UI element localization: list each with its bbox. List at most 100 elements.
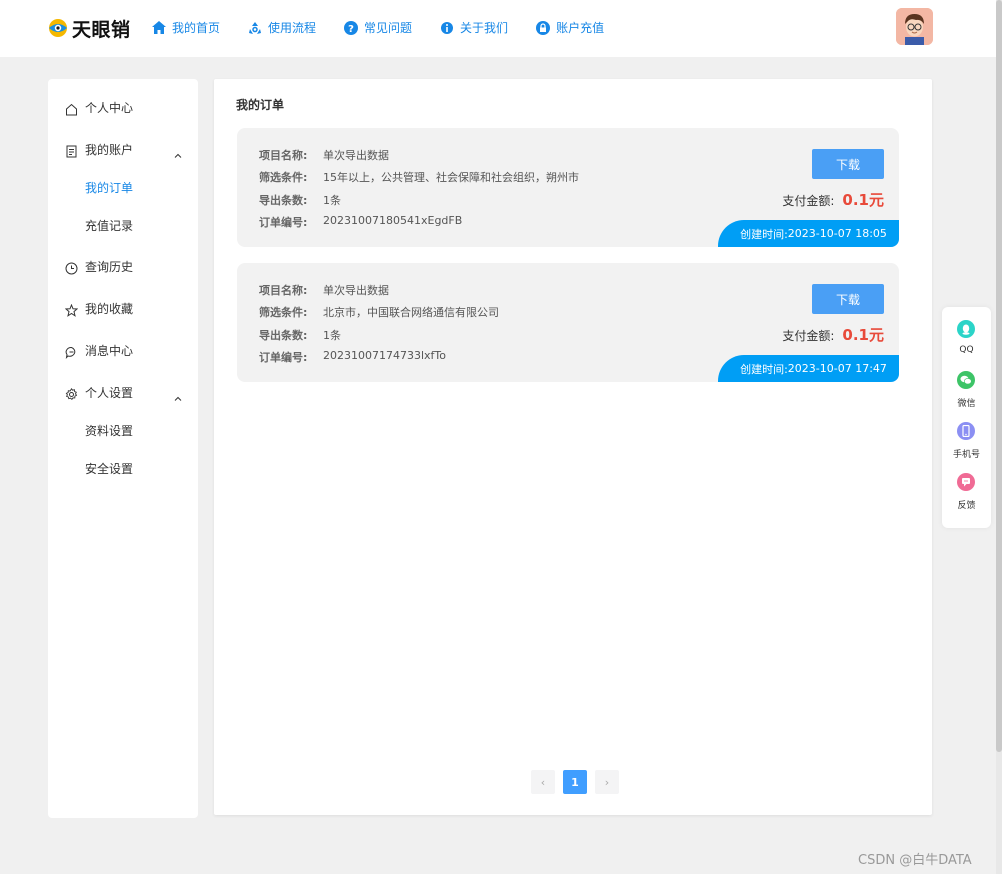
order-field-label: 导出条数: <box>259 194 308 207</box>
nav-home[interactable]: 我的首页 <box>152 19 220 36</box>
avatar[interactable] <box>896 8 933 45</box>
nav-recharge[interactable]: 账户充值 <box>536 19 604 36</box>
sidebar-item-label: 我的收藏 <box>85 301 134 316</box>
watermark: CSDN @白牛DATA <box>858 853 972 868</box>
download-button[interactable]: 下载 <box>812 284 884 314</box>
payment-amount: 支付金额: 0.1元 <box>782 189 884 210</box>
order-filter-row: 筛选条件: 15年以上，公共管理、社会保障和社会组织，朔州市 <box>259 169 579 185</box>
order-filter-value: 北京市，中国联合网络通信有限公司 <box>323 306 499 319</box>
float-qq-label: QQ <box>959 345 974 355</box>
top-header: 天眼销 我的首页 使用流程 ? 常见问题 关于我们 账户充值 <box>0 0 996 57</box>
sidebar-sub-profile-settings[interactable]: 资料设置 <box>48 420 198 440</box>
sidebar-item-favorites[interactable]: 我的收藏 <box>48 298 198 318</box>
sidebar-item-label: 我的账户 <box>85 142 134 157</box>
page-scrollbar[interactable] <box>996 0 1002 874</box>
created-time-label: 创建时间: <box>740 227 788 241</box>
float-wechat[interactable]: 微信 <box>942 371 991 411</box>
sidebar-sub-label: 我的订单 <box>85 181 134 195</box>
nav-faq-label: 常见问题 <box>364 21 413 35</box>
order-number-value: 20231007174733lxfTo <box>323 349 446 362</box>
logo[interactable]: 天眼销 <box>48 15 131 41</box>
star-icon <box>64 302 79 317</box>
nav-recharge-label: 账户充值 <box>556 21 605 35</box>
sidebar-item-personal-center[interactable]: 个人中心 <box>48 97 198 117</box>
sidebar-item-personal-settings[interactable]: 个人设置 <box>48 382 198 402</box>
sidebar-item-messages[interactable]: 消息中心 <box>48 340 198 360</box>
float-feedback-label: 反馈 <box>957 501 976 511</box>
payment-value: 0.1元 <box>842 191 884 209</box>
wechat-icon <box>957 371 975 389</box>
recycle-icon <box>248 21 262 35</box>
top-nav: 我的首页 使用流程 ? 常见问题 关于我们 账户充值 <box>152 19 632 36</box>
nav-process-label: 使用流程 <box>268 21 317 35</box>
float-feedback[interactable]: 反馈 <box>942 473 991 513</box>
lock-icon <box>536 20 551 35</box>
floating-contact-bar: QQ 微信 手机号 反馈 <box>942 307 991 528</box>
created-time-value: 2023-10-07 17:47 <box>787 362 887 375</box>
sidebar-sub-recharge-records[interactable]: 充值记录 <box>48 215 198 235</box>
order-card: 项目名称: 单次导出数据 筛选条件: 15年以上，公共管理、社会保障和社会组织，… <box>237 128 899 247</box>
sidebar-sub-security-settings[interactable]: 安全设置 <box>48 458 198 478</box>
question-icon: ? <box>344 20 359 35</box>
clock-icon <box>65 260 78 274</box>
nav-about[interactable]: 关于我们 <box>440 19 508 36</box>
order-card: 项目名称: 单次导出数据 筛选条件: 北京市，中国联合网络通信有限公司 导出条数… <box>237 263 899 382</box>
float-wechat-label: 微信 <box>957 399 976 409</box>
float-qq[interactable]: QQ <box>942 320 991 360</box>
feedback-icon <box>957 473 975 491</box>
order-field-label: 项目名称: <box>259 284 308 297</box>
order-field-label: 订单编号: <box>259 216 308 229</box>
float-phone-label: 手机号 <box>952 450 980 460</box>
float-phone[interactable]: 手机号 <box>942 422 991 462</box>
order-project-value: 单次导出数据 <box>323 284 389 297</box>
sidebar-sub-my-orders[interactable]: 我的订单 <box>48 177 198 197</box>
document-icon <box>65 143 78 157</box>
info-icon <box>440 21 454 35</box>
pagination-next-button[interactable]: › <box>595 770 619 794</box>
sidebar-item-label: 个人中心 <box>85 100 134 115</box>
order-filter-value: 15年以上，公共管理、社会保障和社会组织，朔州市 <box>323 171 579 184</box>
download-button[interactable]: 下载 <box>812 149 884 179</box>
order-count-value: 1条 <box>323 194 341 207</box>
pagination-prev-button[interactable]: ‹ <box>531 770 555 794</box>
nav-faq[interactable]: ? 常见问题 <box>344 19 412 36</box>
gear-icon <box>65 386 78 400</box>
sidebar-item-query-history[interactable]: 查询历史 <box>48 256 198 276</box>
order-field-label: 筛选条件: <box>259 171 308 184</box>
payment-label: 支付金额: <box>782 194 835 208</box>
pagination-page-1[interactable]: 1 <box>563 770 587 794</box>
sidebar-item-label: 消息中心 <box>85 343 134 358</box>
chevron-up-icon <box>174 145 182 158</box>
nav-about-label: 关于我们 <box>460 21 509 35</box>
phone-icon <box>957 422 975 440</box>
eye-logo-icon <box>48 18 68 38</box>
sidebar-item-my-account[interactable]: 我的账户 <box>48 139 198 159</box>
chevron-up-icon <box>174 388 182 401</box>
order-count-value: 1条 <box>323 329 341 342</box>
sidebar-item-label: 个人设置 <box>85 385 134 400</box>
logo-text: 天眼销 <box>72 18 131 41</box>
order-field-label: 订单编号: <box>259 351 308 364</box>
scrollbar-thumb[interactable] <box>996 0 1002 752</box>
sidebar-sub-label: 安全设置 <box>85 462 134 476</box>
order-count-row: 导出条数: 1条 <box>259 192 341 208</box>
order-field-label: 导出条数: <box>259 329 308 342</box>
order-field-label: 筛选条件: <box>259 306 308 319</box>
created-time-badge: 创建时间: 2023-10-07 18:05 <box>718 220 899 247</box>
payment-value: 0.1元 <box>842 326 884 344</box>
nav-process[interactable]: 使用流程 <box>248 19 316 36</box>
nav-home-label: 我的首页 <box>172 21 221 35</box>
order-count-row: 导出条数: 1条 <box>259 327 341 343</box>
orders-panel: 我的订单 项目名称: 单次导出数据 筛选条件: 15年以上，公共管理、社会保障和… <box>214 79 932 815</box>
pagination: ‹ 1 › <box>531 770 627 794</box>
created-time-label: 创建时间: <box>740 362 788 376</box>
order-project-row: 项目名称: 单次导出数据 <box>259 147 389 163</box>
order-number-row: 订单编号: 20231007174733lxfTo <box>259 349 446 365</box>
order-number-row: 订单编号: 20231007180541xEgdFB <box>259 214 462 230</box>
payment-label: 支付金额: <box>782 329 835 343</box>
created-time-badge: 创建时间: 2023-10-07 17:47 <box>718 355 899 382</box>
order-project-row: 项目名称: 单次导出数据 <box>259 282 389 298</box>
order-project-value: 单次导出数据 <box>323 149 389 162</box>
svg-text:?: ? <box>348 24 354 35</box>
sidebar-sub-label: 充值记录 <box>85 219 134 233</box>
